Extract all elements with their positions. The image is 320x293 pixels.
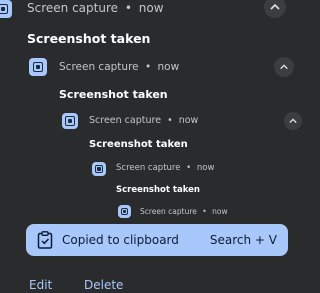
notification-time: now (178, 115, 199, 126)
expand-button[interactable] (264, 0, 286, 18)
chevron-up-icon (270, 4, 280, 10)
notification-app-name: Screen capture (140, 207, 197, 216)
clipboard-toast: Copied to clipboard Search + V (26, 224, 288, 256)
notification-title: Screenshot taken (89, 139, 188, 150)
notification-time: now (157, 61, 180, 73)
toast-message: Copied to clipboard (62, 233, 179, 247)
notification-time: now (196, 163, 215, 173)
clipboard-check-icon (37, 231, 53, 249)
notification-title: Screenshot taken (27, 31, 151, 46)
separator-dot: • (186, 163, 192, 173)
screen-capture-icon (118, 205, 131, 218)
screen-capture-icon (92, 162, 106, 176)
chevron-up-icon (289, 118, 297, 124)
delete-button[interactable]: Delete (84, 278, 123, 292)
toast-shortcut: Search + V (209, 233, 277, 247)
screen-capture-icon (0, 0, 12, 18)
separator-dot: • (124, 1, 132, 15)
expand-button[interactable] (274, 57, 294, 77)
notification-title: Screenshot taken (59, 88, 168, 101)
expand-button[interactable] (284, 112, 302, 130)
separator-dot: • (202, 207, 207, 216)
separator-dot: • (144, 61, 152, 73)
notification-app-name: Screen capture (116, 163, 181, 173)
notification-app-name: Screen capture (27, 1, 119, 15)
chevron-up-icon (280, 64, 288, 70)
notification-app-name: Screen capture (59, 61, 139, 73)
screen-capture-icon (62, 113, 78, 129)
notification-time: now (138, 1, 164, 15)
edit-button[interactable]: Edit (29, 278, 52, 292)
notification-time: now (212, 207, 228, 216)
separator-dot: • (167, 115, 173, 126)
notification-title: Screenshot taken (116, 185, 200, 195)
notification-app-name: Screen capture (89, 115, 162, 126)
screen-capture-icon (29, 58, 47, 76)
